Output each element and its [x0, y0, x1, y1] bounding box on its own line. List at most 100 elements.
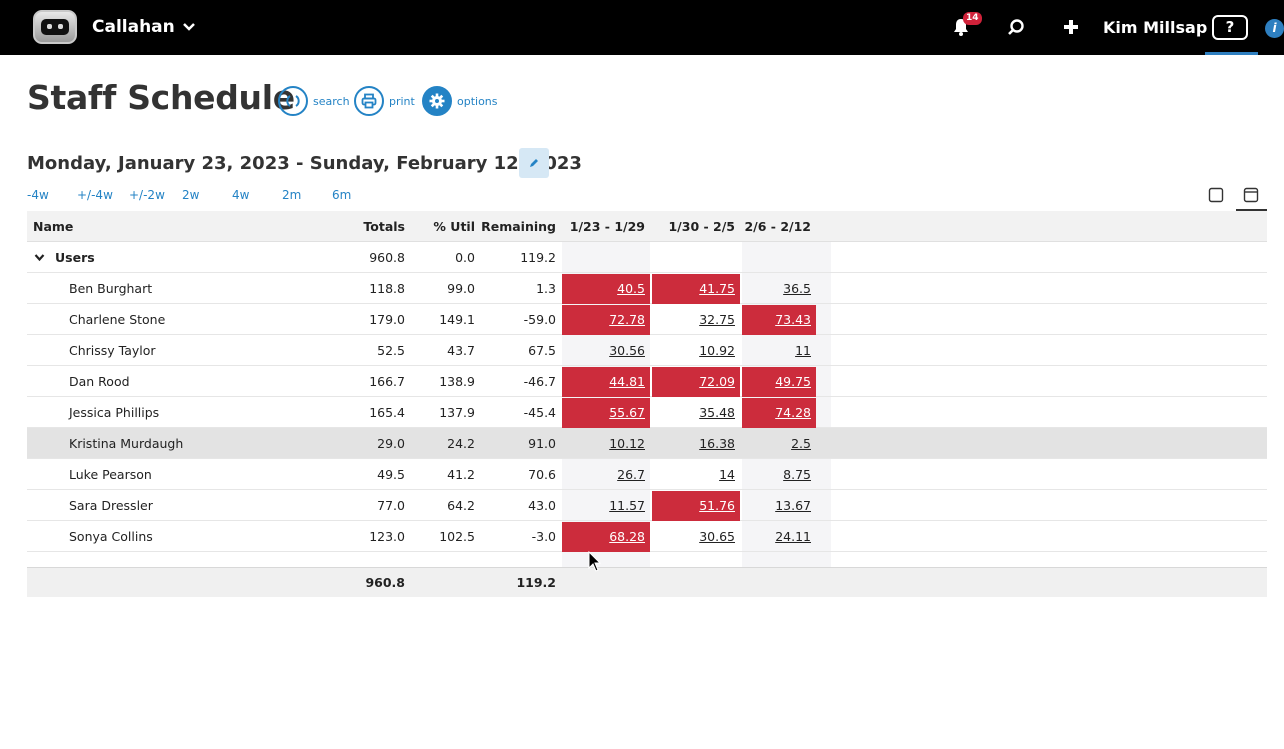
week-hours-link[interactable]: 11	[742, 336, 816, 366]
week-hours-link[interactable]: 72.78	[562, 305, 650, 335]
row-remaining: -45.4	[523, 405, 556, 420]
add-icon[interactable]	[1060, 16, 1082, 38]
totals-column-header[interactable]: Totals	[329, 211, 405, 242]
row-util: 43.7	[447, 343, 475, 358]
top-navigation-bar: Callahan 14 Kim Millsap ? i	[0, 0, 1284, 55]
row-util: 102.5	[439, 529, 475, 544]
row-name[interactable]: Sonya Collins	[69, 521, 153, 552]
week-column-header[interactable]: 1/30 - 2/5	[652, 211, 740, 242]
week-hours-link[interactable]: 36.5	[742, 274, 816, 304]
table-row[interactable]: Ben Burghart 118.8 99.0 1.3 40.5 41.75 36.5	[27, 273, 1267, 304]
week-hours-link[interactable]: 8.75	[742, 460, 816, 490]
notification-badge: 14	[963, 12, 982, 25]
week-hours-link[interactable]: 40.5	[562, 274, 650, 304]
week-hours-link[interactable]: 2.5	[742, 429, 816, 459]
options-action-button[interactable]: options	[422, 86, 498, 116]
week-hours-link[interactable]: 30.65	[652, 522, 740, 552]
print-action-label: print	[389, 94, 415, 108]
chevron-down-icon	[182, 23, 195, 31]
row-util: 41.2	[447, 467, 475, 482]
week-hours-link[interactable]: 14	[652, 460, 740, 490]
user-menu[interactable]: Kim Millsap	[1103, 18, 1207, 37]
chevron-down-icon[interactable]	[34, 252, 45, 263]
util-column-header[interactable]: % Util	[407, 211, 475, 242]
footer-remaining: 119.2	[516, 575, 556, 590]
row-name[interactable]: Kristina Murdaugh	[69, 428, 183, 459]
compact-view-icon[interactable]	[1208, 187, 1224, 203]
row-totals: 49.5	[377, 467, 405, 482]
week-hours-link[interactable]: 49.75	[742, 367, 816, 397]
row-remaining: 70.6	[528, 467, 556, 482]
range-link-2m[interactable]: 2m	[282, 188, 301, 202]
row-name[interactable]: Charlene Stone	[69, 304, 165, 335]
expanded-view-icon[interactable]	[1243, 187, 1259, 203]
print-action-button[interactable]: print	[354, 86, 415, 116]
table-row[interactable]: Dan Rood 166.7 138.9 -46.7 44.81 72.09 49.75	[27, 366, 1267, 397]
row-name[interactable]: Luke Pearson	[69, 459, 152, 490]
range-link-plusminus-4w[interactable]: +/-4w	[77, 188, 113, 202]
row-name[interactable]: Dan Rood	[69, 366, 130, 397]
week-hours-link[interactable]: 26.7	[562, 460, 650, 490]
refresh-icon	[278, 86, 308, 116]
table-row[interactable]: Sara Dressler 77.0 64.2 43.0 11.57 51.76 13.67	[27, 490, 1267, 521]
table-row[interactable]: Luke Pearson 49.5 41.2 70.6 26.7 14 8.75	[27, 459, 1267, 490]
mouse-cursor-icon	[588, 551, 602, 572]
search-action-button[interactable]: search	[278, 86, 350, 116]
row-remaining: -46.7	[523, 374, 556, 389]
week-hours-link[interactable]: 68.28	[562, 522, 650, 552]
week-hours-link[interactable]: 55.67	[562, 398, 650, 428]
week-hours-link[interactable]: 24.11	[742, 522, 816, 552]
week-hours-link[interactable]: 11.57	[562, 491, 650, 521]
group-row-users[interactable]: Users 960.8 0.0 119.2	[27, 242, 1267, 273]
table-header-row: Name Totals % Util Remaining 1/23 - 1/29…	[27, 211, 1267, 242]
row-util: 138.9	[439, 374, 475, 389]
table-footer-row: 960.8 119.2	[27, 567, 1267, 597]
table-row[interactable]: Sonya Collins 123.0 102.5 -3.0 68.28 30.65 24.…	[27, 521, 1267, 552]
week-column-header[interactable]: 2/6 - 2/12	[742, 211, 816, 242]
table-row[interactable]: Kristina Murdaugh 29.0 24.2 91.0 10.12 16.38 2…	[27, 428, 1267, 459]
week-hours-link[interactable]: 13.67	[742, 491, 816, 521]
table-row[interactable]: Jessica Phillips 165.4 137.9 -45.4 55.67 35.4…	[27, 397, 1267, 428]
org-switcher[interactable]: Callahan	[92, 17, 196, 37]
week-hours-link[interactable]: 44.81	[562, 367, 650, 397]
row-totals: 29.0	[377, 436, 405, 451]
row-name[interactable]: Jessica Phillips	[69, 397, 159, 428]
range-link-plusminus-2w[interactable]: +/-2w	[129, 188, 165, 202]
footer-totals: 960.8	[365, 575, 405, 590]
row-remaining: 1.3	[536, 281, 556, 296]
help-button[interactable]: ?	[1212, 15, 1248, 40]
app-logo-icon[interactable]	[33, 10, 77, 44]
printer-icon	[354, 86, 384, 116]
week-hours-link[interactable]: 10.12	[562, 429, 650, 459]
week-column-header[interactable]: 1/23 - 1/29	[562, 211, 650, 242]
week-hours-link[interactable]: 74.28	[742, 398, 816, 428]
range-link-4w[interactable]: 4w	[232, 188, 249, 202]
week-hours-link[interactable]: 10.92	[652, 336, 740, 366]
week-hours-link[interactable]: 30.56	[562, 336, 650, 366]
row-name[interactable]: Sara Dressler	[69, 490, 153, 521]
row-remaining: 43.0	[528, 498, 556, 513]
range-link-2w[interactable]: 2w	[182, 188, 199, 202]
week-hours-link[interactable]: 16.38	[652, 429, 740, 459]
table-row[interactable]: Charlene Stone 179.0 149.1 -59.0 72.78 32.75 7…	[27, 304, 1267, 335]
table-row[interactable]: Chrissy Taylor 52.5 43.7 67.5 30.56 10.92 11	[27, 335, 1267, 366]
week-hours-link[interactable]: 35.48	[652, 398, 740, 428]
week-hours-link[interactable]: 73.43	[742, 305, 816, 335]
week-hours-link[interactable]: 72.09	[652, 367, 740, 397]
remaining-column-header[interactable]: Remaining	[477, 211, 556, 242]
row-util: 64.2	[447, 498, 475, 513]
range-link-minus-4w[interactable]: -4w	[27, 188, 49, 202]
row-util: 24.2	[447, 436, 475, 451]
week-hours-link[interactable]: 32.75	[652, 305, 740, 335]
name-column-header[interactable]: Name	[33, 211, 73, 242]
row-name[interactable]: Ben Burghart	[69, 273, 152, 304]
week-hours-link[interactable]: 41.75	[652, 274, 740, 304]
search-icon[interactable]	[1005, 16, 1027, 38]
row-name[interactable]: Chrissy Taylor	[69, 335, 156, 366]
options-action-label: options	[457, 94, 498, 108]
info-icon[interactable]: i	[1265, 19, 1284, 38]
week-hours-link[interactable]: 51.76	[652, 491, 740, 521]
range-link-6m[interactable]: 6m	[332, 188, 351, 202]
edit-date-range-button[interactable]	[519, 148, 549, 178]
row-remaining: -59.0	[523, 312, 556, 327]
